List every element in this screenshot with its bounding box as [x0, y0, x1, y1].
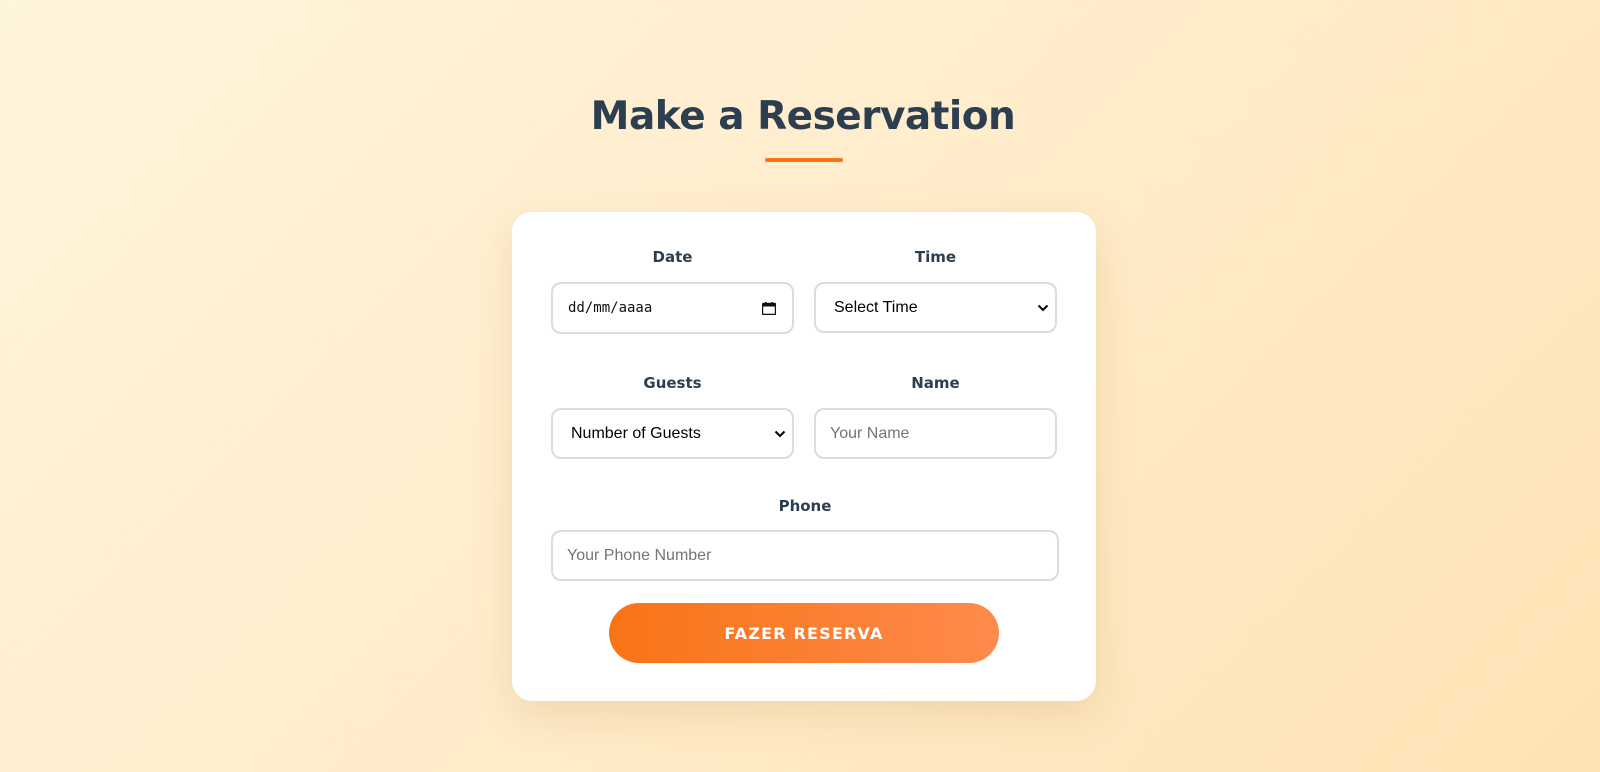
title-underline [765, 158, 843, 162]
guests-select-value: Number of Guests [571, 424, 701, 442]
chevron-down-icon [1037, 304, 1049, 311]
time-select-value: Select Time [834, 298, 918, 316]
phone-field-group: Phone [551, 495, 1059, 581]
guests-field-group: Guests Number of Guests [551, 372, 794, 459]
date-input-placeholder: dd/mm/aaaa [568, 300, 653, 316]
phone-label: Phone [778, 497, 832, 515]
calendar-icon[interactable] [762, 301, 776, 315]
chevron-down-icon [774, 430, 786, 437]
name-field[interactable] [814, 408, 1057, 459]
time-label: Time [914, 248, 957, 266]
phone-input[interactable] [553, 532, 1057, 579]
guests-label: Guests [643, 374, 702, 392]
date-field-group: Date dd/mm/aaaa [551, 246, 794, 334]
name-input[interactable] [816, 410, 1055, 457]
submit-reservation-button[interactable]: FAZER RESERVA [609, 603, 999, 663]
time-field-group: Time Select Time [814, 246, 1057, 333]
date-label: Date [652, 248, 693, 266]
phone-field[interactable] [551, 530, 1059, 581]
name-field-group: Name [814, 372, 1057, 459]
page-title: Make a Reservation [590, 94, 1016, 139]
time-select[interactable]: Select Time [814, 282, 1057, 333]
name-label: Name [911, 374, 960, 392]
reservation-form-card: Date dd/mm/aaaa Time Select Time Guests … [512, 212, 1096, 701]
guests-select[interactable]: Number of Guests [551, 408, 794, 459]
date-input[interactable]: dd/mm/aaaa [551, 282, 794, 334]
